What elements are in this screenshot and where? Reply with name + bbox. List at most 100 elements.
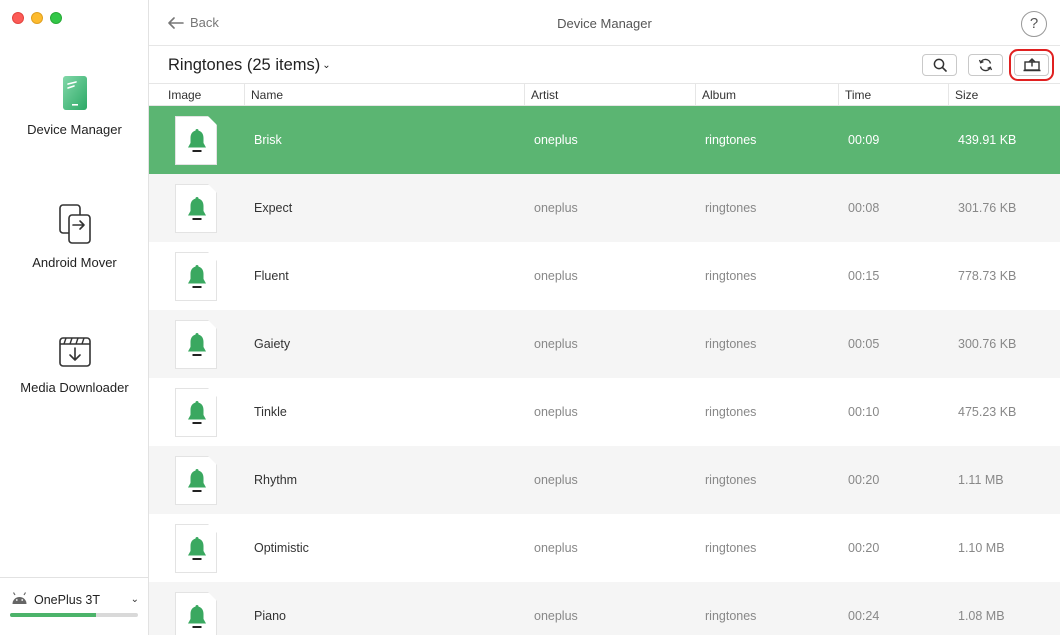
table-row[interactable]: Gaiety oneplus ringtones 00:05 300.76 KB <box>149 310 1060 378</box>
search-icon <box>933 58 947 72</box>
export-to-computer-button[interactable] <box>1009 49 1054 81</box>
sidebar-item-android-mover[interactable]: Android Mover <box>0 203 149 270</box>
ringtone-duration: 00:20 <box>848 541 880 555</box>
ringtone-album: ringtones <box>705 337 757 351</box>
ringtone-size: 1.11 MB <box>958 473 1004 487</box>
bell-icon <box>188 333 206 356</box>
chevron-down-icon: ⌄ <box>322 60 331 71</box>
close-window-button[interactable] <box>12 12 24 24</box>
ringtone-album: ringtones <box>705 405 757 419</box>
table-row[interactable]: Rhythm oneplus ringtones 00:20 1.11 MB <box>149 446 1060 514</box>
ringtone-name: Brisk <box>254 133 282 147</box>
sidebar-item-label: Android Mover <box>32 255 117 270</box>
column-header-album[interactable]: Album <box>695 84 838 106</box>
android-icon <box>12 592 27 604</box>
storage-bar <box>10 613 138 617</box>
refresh-button[interactable] <box>968 54 1003 76</box>
ringtone-artist: oneplus <box>534 473 578 487</box>
bell-icon <box>188 197 206 220</box>
refresh-icon <box>978 58 993 72</box>
column-header-size[interactable]: Size <box>948 84 1060 106</box>
ringtone-size: 1.08 MB <box>958 609 1005 623</box>
column-header-artist[interactable]: Artist <box>524 84 695 106</box>
title-bar: Back Device Manager ? <box>149 0 1060 46</box>
ringtone-album: ringtones <box>705 269 757 283</box>
back-button[interactable]: Back <box>167 15 219 30</box>
ringtone-thumbnail <box>175 524 217 573</box>
table-row[interactable]: Brisk oneplus ringtones 00:09 439.91 KB <box>149 106 1060 174</box>
ringtone-artist: oneplus <box>534 201 578 215</box>
search-button[interactable] <box>922 54 957 76</box>
sidebar-item-device-manager[interactable]: Device Manager <box>0 74 149 137</box>
ringtone-list: Brisk oneplus ringtones 00:09 439.91 KB Expec… <box>149 106 1060 635</box>
ringtone-album: ringtones <box>705 201 757 215</box>
toolbar: Ringtones (25 items) ⌄ <box>149 46 1060 84</box>
ringtone-name: Tinkle <box>254 405 287 419</box>
ringtone-name: Rhythm <box>254 473 298 487</box>
zoom-window-button[interactable] <box>50 12 62 24</box>
ringtone-thumbnail <box>175 388 217 437</box>
ringtone-duration: 00:08 <box>848 201 880 215</box>
table-row[interactable]: Fluent oneplus ringtones 00:15 778.73 KB <box>149 242 1060 310</box>
ringtone-size: 301.76 KB <box>958 201 1017 215</box>
bell-icon <box>188 265 206 288</box>
chevron-down-icon[interactable]: ⌄ <box>131 594 139 605</box>
sidebar-item-label: Media Downloader <box>20 380 129 395</box>
back-label: Back <box>190 15 219 30</box>
download-icon <box>58 337 91 367</box>
export-icon <box>1023 58 1040 72</box>
ringtone-duration: 00:09 <box>848 133 880 147</box>
ringtone-name: Piano <box>254 609 286 623</box>
table-row[interactable]: Piano oneplus ringtones 00:24 1.08 MB <box>149 582 1060 635</box>
ringtone-duration: 00:10 <box>848 405 880 419</box>
ringtone-artist: oneplus <box>534 405 578 419</box>
ringtone-artist: oneplus <box>534 133 578 147</box>
table-row[interactable]: Optimistic oneplus ringtones 00:20 1.10 MB <box>149 514 1060 582</box>
sidebar-item-label: Device Manager <box>27 122 122 137</box>
phone-icon <box>62 76 87 110</box>
ringtone-album: ringtones <box>705 609 757 623</box>
device-name: OnePlus 3T <box>34 593 101 607</box>
sidebar-item-media-downloader[interactable]: Media Downloader <box>0 334 149 395</box>
column-header-image[interactable]: Image <box>149 84 244 106</box>
arrow-left-icon <box>168 16 184 29</box>
bell-icon <box>188 469 206 492</box>
ringtone-duration: 00:05 <box>848 337 880 351</box>
help-button[interactable]: ? <box>1021 11 1047 37</box>
ringtone-artist: oneplus <box>534 541 578 555</box>
transfer-icon <box>58 204 91 244</box>
category-dropdown[interactable]: Ringtones (25 items) ⌄ <box>168 56 331 75</box>
category-label: Ringtones (25 items) <box>168 56 321 74</box>
column-header-name[interactable]: Name <box>244 84 524 106</box>
ringtone-name: Fluent <box>254 269 289 283</box>
window-controls <box>12 12 62 24</box>
ringtone-album: ringtones <box>705 133 757 147</box>
bell-icon <box>188 401 206 424</box>
table-row[interactable]: Expect oneplus ringtones 00:08 301.76 KB <box>149 174 1060 242</box>
ringtone-artist: oneplus <box>534 269 578 283</box>
ringtone-thumbnail <box>175 116 217 165</box>
ringtone-name: Expect <box>254 201 293 215</box>
ringtone-name: Optimistic <box>254 541 309 555</box>
ringtone-thumbnail <box>175 592 217 635</box>
bell-icon <box>188 537 206 560</box>
ringtone-name: Gaiety <box>254 337 291 351</box>
ringtone-duration: 00:24 <box>848 609 880 623</box>
device-selector[interactable]: OnePlus 3T ⌄ <box>0 577 148 635</box>
sidebar: Device Manager Android Mover Media Downl… <box>0 0 149 635</box>
storage-bar-fill <box>10 613 96 617</box>
ringtone-size: 1.10 MB <box>958 541 1005 555</box>
ringtone-artist: oneplus <box>534 337 578 351</box>
ringtone-album: ringtones <box>705 541 757 555</box>
bell-icon <box>188 129 206 152</box>
ringtone-size: 300.76 KB <box>958 337 1017 351</box>
ringtone-thumbnail <box>175 320 217 369</box>
column-header-time[interactable]: Time <box>838 84 948 106</box>
ringtone-size: 439.91 KB <box>958 133 1017 147</box>
ringtone-size: 778.73 KB <box>958 269 1017 283</box>
table-row[interactable]: Tinkle oneplus ringtones 00:10 475.23 KB <box>149 378 1060 446</box>
minimize-window-button[interactable] <box>31 12 43 24</box>
ringtone-duration: 00:15 <box>848 269 880 283</box>
ringtone-size: 475.23 KB <box>958 405 1017 419</box>
bell-icon <box>188 605 206 628</box>
